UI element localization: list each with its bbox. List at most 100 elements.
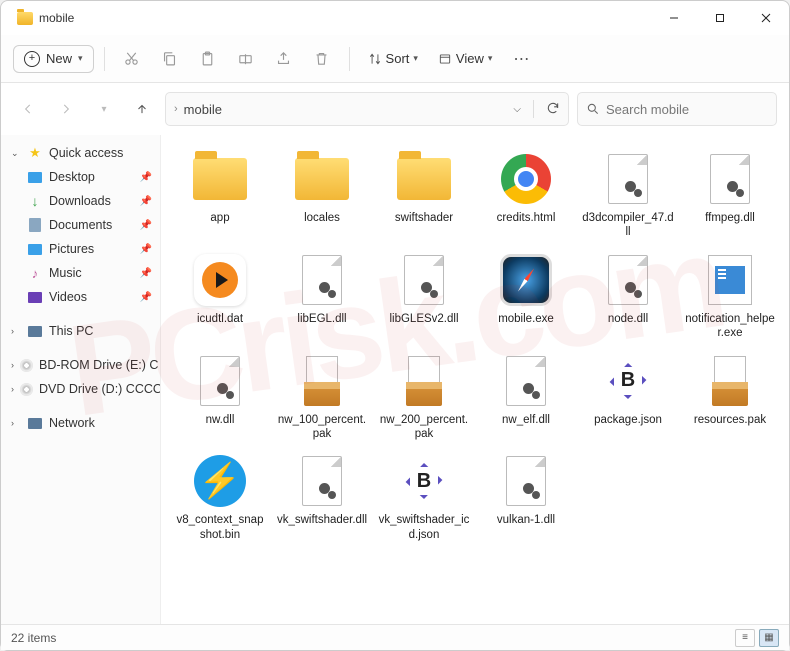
sidebar-desktop[interactable]: Desktop📌 <box>1 165 160 189</box>
pin-icon: 📌 <box>140 172 152 183</box>
file-grid: app locales swiftshader credits.html d3d… <box>161 135 789 624</box>
new-button[interactable]: + New ▾ <box>13 45 94 73</box>
file-item[interactable]: d3dcompiler_47.dll <box>579 147 677 244</box>
view-button[interactable]: View ▾ <box>430 46 500 71</box>
file-item[interactable]: nw.dll <box>171 349 269 446</box>
file-item[interactable]: ⚡v8_context_snapshot.bin <box>171 449 269 546</box>
file-item[interactable]: Bvk_swiftshader_icd.json <box>375 449 473 546</box>
sidebar-downloads[interactable]: ↓Downloads📌 <box>1 189 160 213</box>
chrome-icon <box>501 154 551 204</box>
videos-icon <box>28 292 42 303</box>
search-input[interactable]: Search mobile <box>577 92 777 126</box>
file-item[interactable]: mobile.exe <box>477 248 575 345</box>
item-count: 22 items <box>11 631 56 645</box>
pin-icon: 📌 <box>140 220 152 231</box>
details-view-button[interactable]: ≡ <box>735 629 755 647</box>
chevron-right-icon: › <box>11 418 21 428</box>
sidebar-quick-access[interactable]: ⌄★Quick access <box>1 141 160 165</box>
file-item[interactable]: nw_100_percent.pak <box>273 349 371 446</box>
file-item[interactable]: vk_swiftshader.dll <box>273 449 371 546</box>
close-button[interactable] <box>743 1 789 35</box>
file-item[interactable]: locales <box>273 147 371 244</box>
refresh-button[interactable] <box>546 101 560 118</box>
sort-button[interactable]: Sort ▾ <box>360 46 426 71</box>
sidebar-dvd[interactable]: ›DVD Drive (D:) CCCO <box>1 377 160 401</box>
disc-icon <box>20 383 33 396</box>
share-button[interactable] <box>267 42 301 76</box>
sidebar-this-pc[interactable]: ›This PC <box>1 319 160 343</box>
sidebar-music[interactable]: ♪Music📌 <box>1 261 160 285</box>
new-label: New <box>46 51 72 66</box>
file-item[interactable]: node.dll <box>579 248 677 345</box>
more-button[interactable]: ⋯ <box>504 42 538 76</box>
search-placeholder: Search mobile <box>606 102 689 117</box>
folder-icon <box>397 158 451 200</box>
dll-icon <box>200 356 240 406</box>
statusbar: 22 items ≡ ▦ <box>1 624 789 650</box>
cut-button[interactable] <box>115 42 149 76</box>
file-item[interactable]: credits.html <box>477 147 575 244</box>
history-dropdown[interactable]: ⌵ <box>513 104 521 115</box>
chevron-down-icon: ▾ <box>413 53 418 64</box>
paste-button[interactable] <box>191 42 225 76</box>
file-item[interactable]: swiftshader <box>375 147 473 244</box>
file-item[interactable]: app <box>171 147 269 244</box>
sidebar-documents[interactable]: Documents📌 <box>1 213 160 237</box>
maximize-button[interactable] <box>697 1 743 35</box>
file-item[interactable]: resources.pak <box>681 349 779 446</box>
sidebar-network[interactable]: ›Network <box>1 411 160 435</box>
up-button[interactable] <box>127 94 157 124</box>
window-tab[interactable]: mobile <box>7 8 84 28</box>
music-icon: ♪ <box>27 266 43 280</box>
copy-button[interactable] <box>153 42 187 76</box>
plus-icon: + <box>24 51 40 67</box>
disc-icon <box>20 359 33 372</box>
document-icon <box>29 218 41 232</box>
address-bar-row: ▾ › mobile ⌵ Search mobile <box>1 83 789 135</box>
recent-button[interactable]: ▾ <box>89 94 119 124</box>
chevron-down-icon: ▾ <box>78 53 83 64</box>
pin-icon: 📌 <box>140 244 152 255</box>
file-item[interactable]: Bpackage.json <box>579 349 677 446</box>
dll-icon <box>506 356 546 406</box>
file-item[interactable]: nw_elf.dll <box>477 349 575 446</box>
sidebar-pictures[interactable]: Pictures📌 <box>1 237 160 261</box>
star-icon: ★ <box>27 146 43 160</box>
dll-icon <box>608 154 648 204</box>
dll-icon <box>710 154 750 204</box>
file-item[interactable]: libGLESv2.dll <box>375 248 473 345</box>
folder-icon <box>193 158 247 200</box>
breadcrumb[interactable]: › mobile ⌵ <box>165 92 569 126</box>
network-icon <box>28 418 42 429</box>
dll-icon <box>608 255 648 305</box>
file-item[interactable]: ffmpeg.dll <box>681 147 779 244</box>
sidebar-bdrom[interactable]: ›BD-ROM Drive (E:) C <box>1 353 160 377</box>
back-button[interactable] <box>13 94 43 124</box>
delete-button[interactable] <box>305 42 339 76</box>
folder-icon <box>17 12 33 25</box>
chevron-right-icon: › <box>11 360 14 370</box>
dll-icon <box>506 456 546 506</box>
file-item[interactable]: vulkan-1.dll <box>477 449 575 546</box>
pin-icon: 📌 <box>140 196 152 207</box>
sidebar-videos[interactable]: Videos📌 <box>1 285 160 309</box>
file-item[interactable]: libEGL.dll <box>273 248 371 345</box>
chevron-down-icon: ▾ <box>488 53 493 64</box>
play-icon <box>194 254 246 306</box>
chevron-right-icon: › <box>11 326 21 336</box>
rename-button[interactable] <box>229 42 263 76</box>
file-item[interactable]: nw_200_percent.pak <box>375 349 473 446</box>
chevron-right-icon: › <box>11 384 14 394</box>
pin-icon: 📌 <box>140 292 152 303</box>
forward-button[interactable] <box>51 94 81 124</box>
minimize-button[interactable] <box>651 1 697 35</box>
folder-icon <box>295 158 349 200</box>
breadcrumb-current[interactable]: mobile <box>184 102 222 117</box>
dll-icon <box>404 255 444 305</box>
dll-icon <box>302 456 342 506</box>
file-item[interactable]: notification_helper.exe <box>681 248 779 345</box>
bolt-icon: ⚡ <box>194 455 246 507</box>
file-item[interactable]: icudtl.dat <box>171 248 269 345</box>
icons-view-button[interactable]: ▦ <box>759 629 779 647</box>
chevron-right-icon: › <box>174 103 178 115</box>
